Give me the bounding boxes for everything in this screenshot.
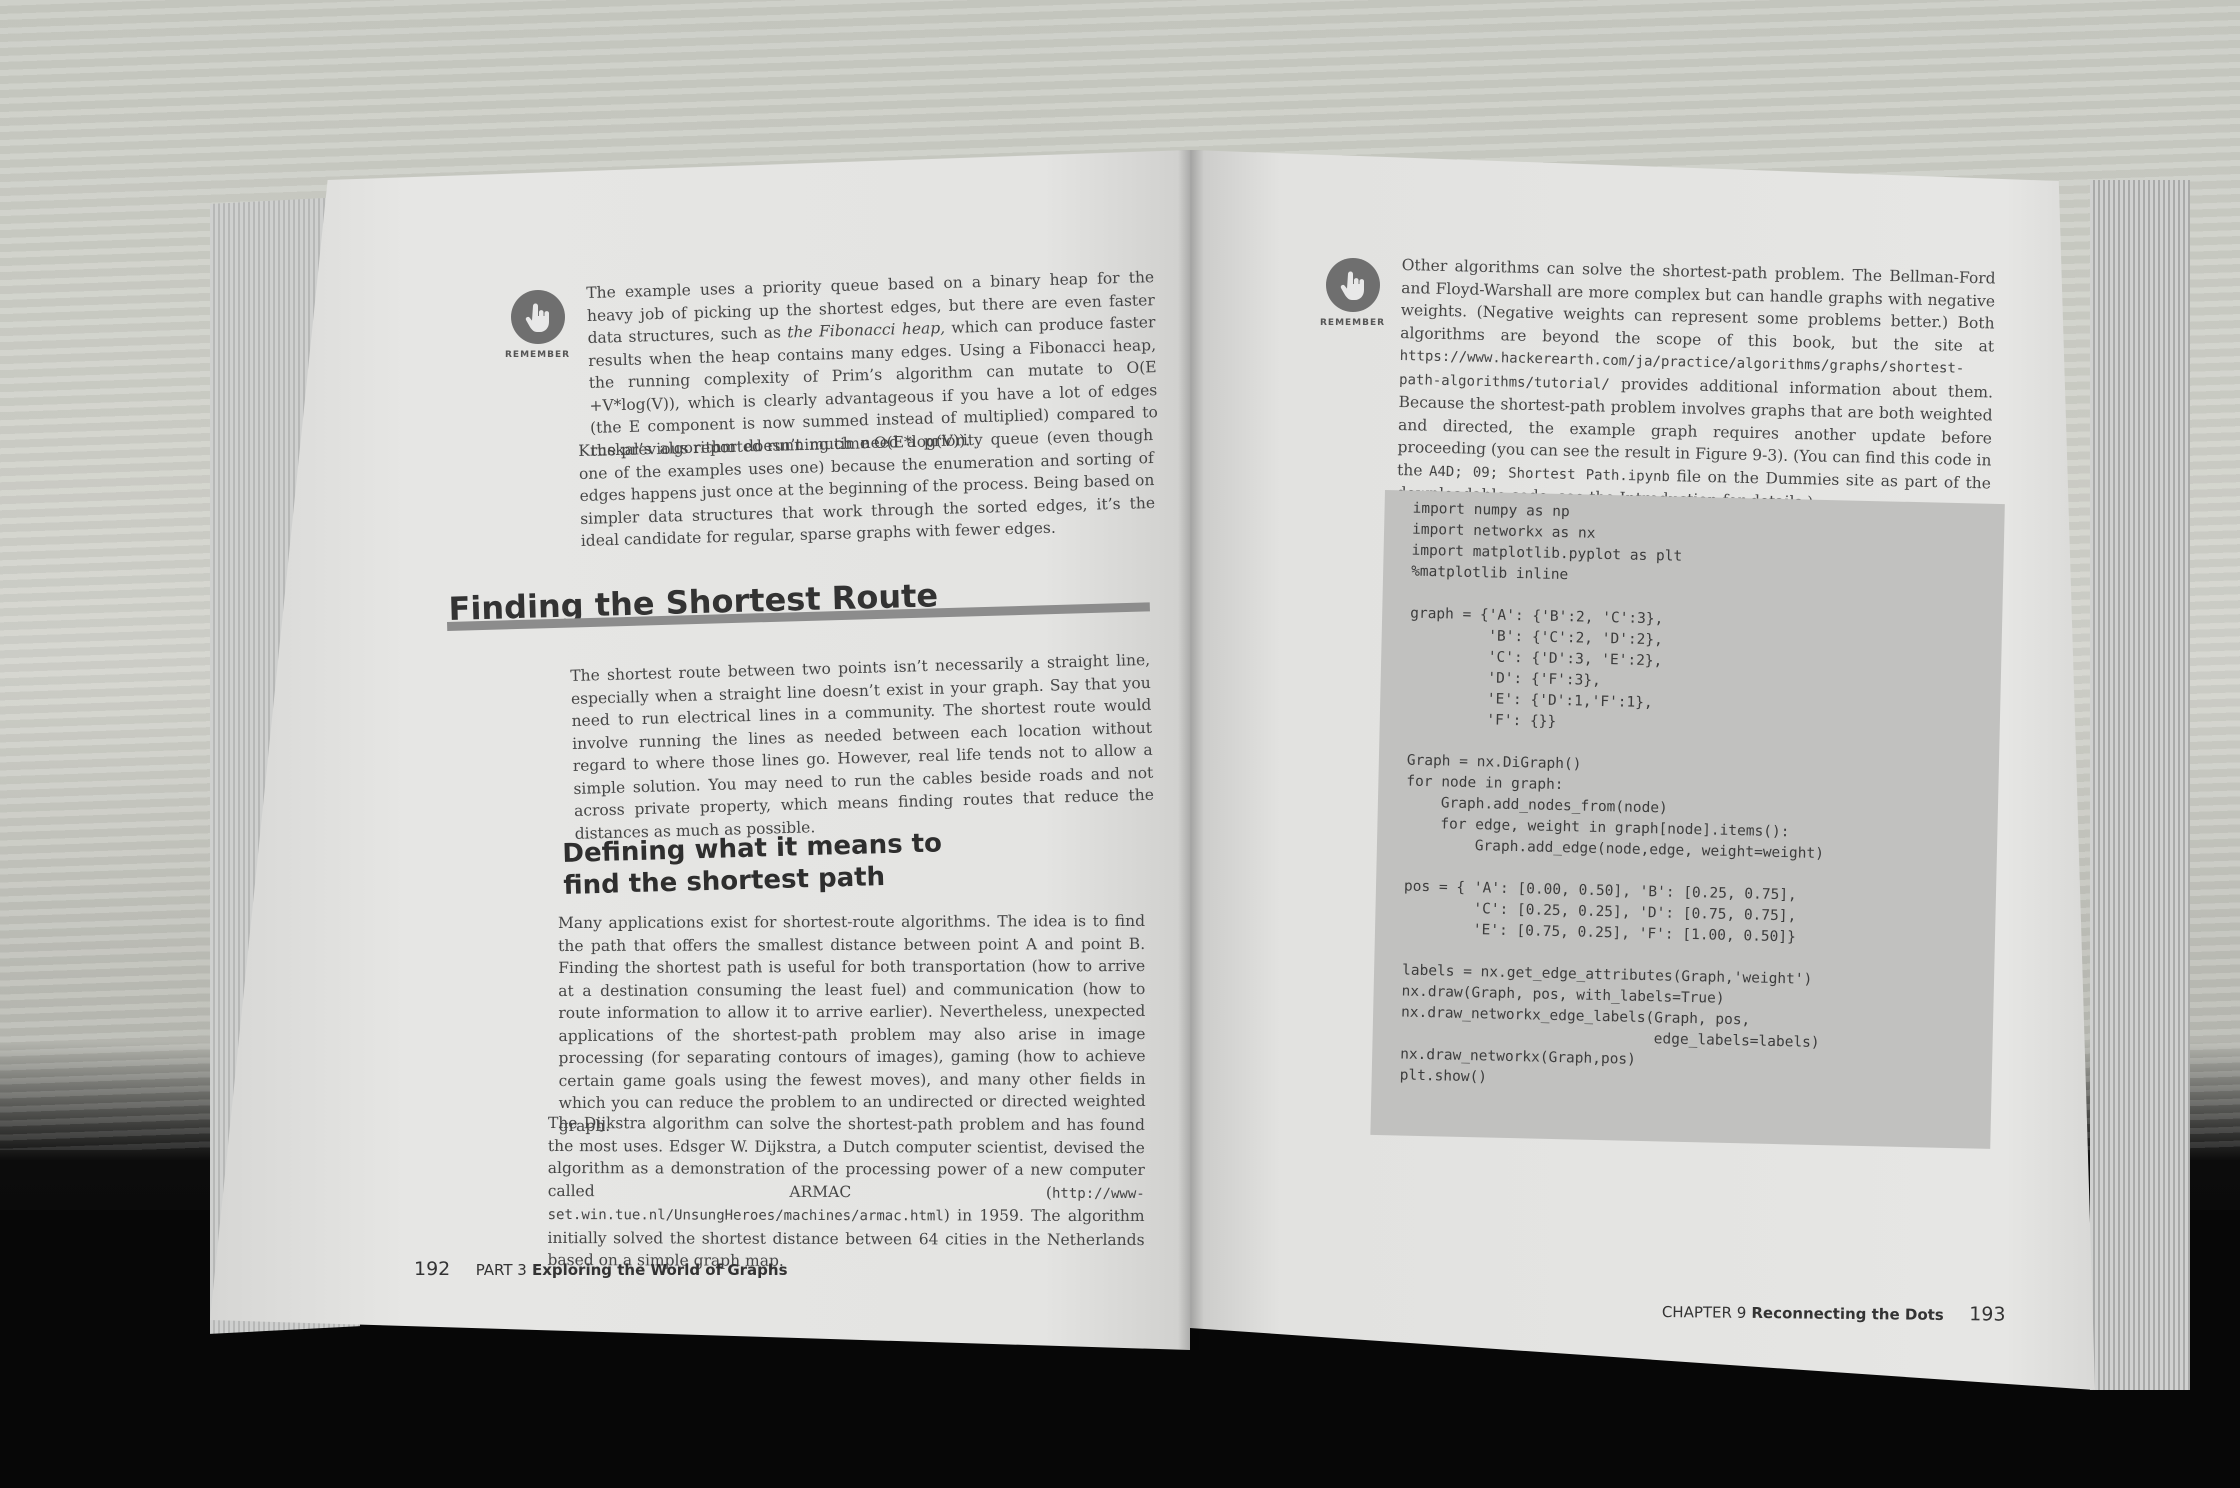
page-number-right: 193 <box>1969 1303 2006 1326</box>
right-footer: CHAPTER 9 Reconnecting the Dots 193 <box>1662 1300 2022 1326</box>
remember-callout-right: REMEMBER <box>1320 258 1385 328</box>
code-listing: import numpy as np import networkx as nx… <box>1399 500 1825 1086</box>
pointing-hand-icon <box>1325 258 1380 312</box>
right-page-stack <box>2090 180 2190 1390</box>
footer-chapter-title: Reconnecting the Dots <box>1751 1303 1944 1324</box>
pointing-hand-icon <box>510 290 565 344</box>
book-gutter <box>1178 150 1204 1350</box>
remember-callout-left: REMEMBER <box>505 290 570 360</box>
footer-part: PART 3 <box>475 1261 527 1279</box>
left-footer: 192 PART 3 Exploring the World of Graphs <box>414 1258 914 1280</box>
remember-label: REMEMBER <box>1320 318 1386 328</box>
remember-label: REMEMBER <box>505 350 571 360</box>
kruskal-paragraph: Kruskal’s algorithm doesn’t much need a … <box>578 425 1156 550</box>
page-number-left: 192 <box>414 1258 451 1280</box>
footer-chapter: CHAPTER 9 <box>1661 1302 1747 1322</box>
footer-part-title: Exploring the World of Graphs <box>531 1261 788 1279</box>
code-listing-box: import numpy as np import networkx as nx… <box>1370 490 2005 1149</box>
